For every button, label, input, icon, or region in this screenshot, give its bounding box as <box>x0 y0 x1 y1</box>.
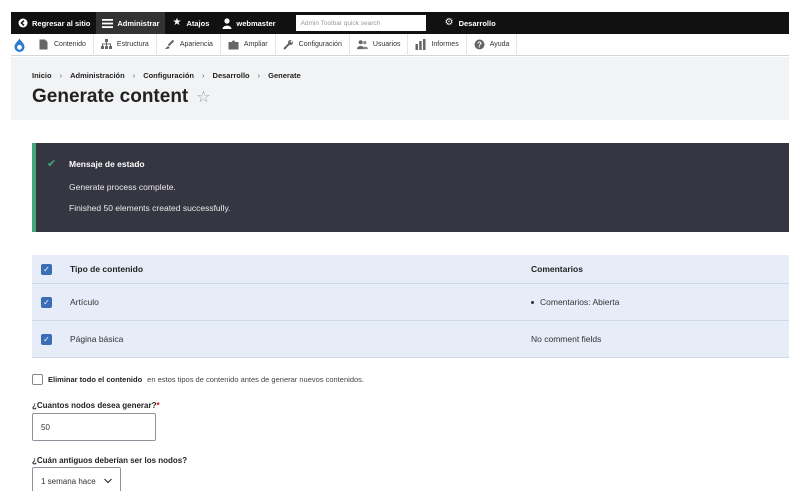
devel-tab[interactable]: ⚙ Desarrollo <box>438 12 502 34</box>
menu-item-label: Ampliar <box>243 41 268 48</box>
node-age-label: ¿Cuán antiguos deberían ser los nodos? <box>32 456 188 465</box>
toolbar-search-input[interactable]: Admin Toolbar quick search <box>295 15 426 31</box>
user-tab[interactable]: webmaster <box>215 12 281 34</box>
menu-item-reports[interactable]: Informes <box>408 33 467 56</box>
table-row: ✓ Artículo Comentarios: Abierta <box>32 284 789 321</box>
table-row: ✓ Página básica No comment fields <box>32 321 789 358</box>
column-header-type: Tipo de contenido <box>70 264 144 274</box>
admin-toolbar: Regresar al sitio Administrar ★ Atajos w… <box>11 12 789 34</box>
status-line: Generate process complete. <box>69 182 176 192</box>
menu-item-label: Ayuda <box>489 41 510 48</box>
menu-item-extend[interactable]: Ampliar <box>221 33 276 56</box>
manage-tab[interactable]: Administrar <box>96 12 166 34</box>
back-to-site-label: Regresar al sitio <box>32 18 91 28</box>
nodes-count-label: ¿Cuantos nodos desea generar?* <box>32 401 160 410</box>
menu-item-label: Apariencia <box>179 41 213 48</box>
select-all-checkbox[interactable]: ✓ <box>41 263 52 275</box>
breadcrumb-separator: › <box>59 71 63 80</box>
back-to-site-link[interactable]: Regresar al sitio <box>11 12 96 34</box>
devel-label: Desarrollo <box>458 18 496 28</box>
row-checkbox[interactable]: ✓ <box>41 296 52 308</box>
delete-content-option: Eliminar todo el contenido en estos tipo… <box>32 374 364 385</box>
menu-item-label: Estructura <box>116 41 149 48</box>
help-icon: ? <box>474 39 485 50</box>
nodes-count-label-text: ¿Cuantos nodos desea generar? <box>32 401 157 410</box>
menu-item-help[interactable]: ? Ayuda <box>467 33 518 56</box>
delete-content-checkbox[interactable] <box>32 374 43 385</box>
status-line: Finished 50 elements created successfull… <box>69 203 231 213</box>
content-types-table: ✓ Tipo de contenido Comentarios ✓ Artícu… <box>32 255 789 358</box>
menu-item-appearance[interactable]: Apariencia <box>157 33 221 56</box>
delete-content-label: en estos tipos de contenido antes de gen… <box>147 375 364 384</box>
comment-setting: No comment fields <box>531 334 602 344</box>
document-icon <box>38 39 49 50</box>
shortcut-star-icon[interactable]: ☆ <box>196 87 210 107</box>
breadcrumb-link[interactable]: Configuración <box>143 71 194 80</box>
comment-setting-text: Comentarios: Abierta <box>540 297 620 307</box>
breadcrumb-link[interactable]: Administración <box>70 71 125 80</box>
user-label: webmaster <box>236 18 276 28</box>
breadcrumb-separator: › <box>257 71 261 80</box>
wrench-icon <box>282 39 294 50</box>
admin-menu: Contenido Estructura Apariencia Ampliar … <box>11 33 789 56</box>
status-message: ✔ Mensaje de estado Generate process com… <box>32 143 789 232</box>
breadcrumb-link[interactable]: Inicio <box>32 71 52 80</box>
menu-item-label: Contenido <box>54 41 86 48</box>
nodes-count-input[interactable]: 50 <box>32 413 156 441</box>
menu-item-people[interactable]: Usuarios <box>350 33 409 56</box>
breadcrumb-link[interactable]: Generate <box>268 71 301 80</box>
people-icon <box>356 39 368 50</box>
puzzle-icon <box>228 39 239 50</box>
breadcrumb-separator: › <box>202 71 205 80</box>
shortcuts-label: Atajos <box>186 18 210 28</box>
hamburger-icon <box>102 18 114 29</box>
status-title: Mensaje de estado <box>69 159 145 169</box>
menu-item-label: Usuarios <box>372 41 401 48</box>
menu-item-content[interactable]: Contenido <box>31 33 94 56</box>
gear-icon: ⚙ <box>444 17 454 28</box>
breadcrumb-separator: › <box>132 71 136 80</box>
svg-text:?: ? <box>477 40 482 49</box>
row-checkbox[interactable]: ✓ <box>41 333 52 345</box>
menu-item-label: Informes <box>431 41 459 48</box>
structure-icon <box>100 39 112 50</box>
bullet-icon <box>531 301 534 305</box>
content-type-name: Página básica <box>70 334 124 344</box>
column-header-comments: Comentarios <box>531 264 583 274</box>
breadcrumb: Inicio › Administración › Configuración … <box>32 71 301 80</box>
table-header-row: ✓ Tipo de contenido Comentarios <box>32 255 789 284</box>
back-arrow-icon <box>17 18 28 29</box>
manage-label: Administrar <box>117 18 160 28</box>
menu-item-structure[interactable]: Estructura <box>94 33 157 56</box>
content-type-name: Artículo <box>70 297 99 307</box>
page-title: Generate content <box>32 86 189 107</box>
drupal-logo-icon[interactable] <box>11 34 27 56</box>
menu-item-configuration[interactable]: Configuración <box>276 33 350 56</box>
comment-setting: Comentarios: Abierta <box>531 297 619 307</box>
brush-icon <box>164 39 175 50</box>
chevron-down-icon <box>104 477 112 486</box>
node-age-value: 1 semana hace <box>41 476 96 486</box>
bar-chart-icon <box>415 39 426 50</box>
page-header: Inicio › Administración › Configuración … <box>11 57 789 120</box>
star-icon: ★ <box>172 17 182 28</box>
required-marker: * <box>156 401 160 410</box>
user-icon <box>221 17 232 29</box>
breadcrumb-link[interactable]: Desarrollo <box>213 71 250 80</box>
node-age-select[interactable]: 1 semana hace <box>32 467 121 491</box>
shortcuts-tab[interactable]: ★ Atajos <box>165 12 215 34</box>
menu-item-label: Configuración <box>298 41 342 48</box>
delete-content-label-bold: Eliminar todo el contenido <box>48 375 143 384</box>
checkmark-icon: ✔ <box>47 158 57 170</box>
page-title-row: Generate content ☆ <box>32 86 211 108</box>
